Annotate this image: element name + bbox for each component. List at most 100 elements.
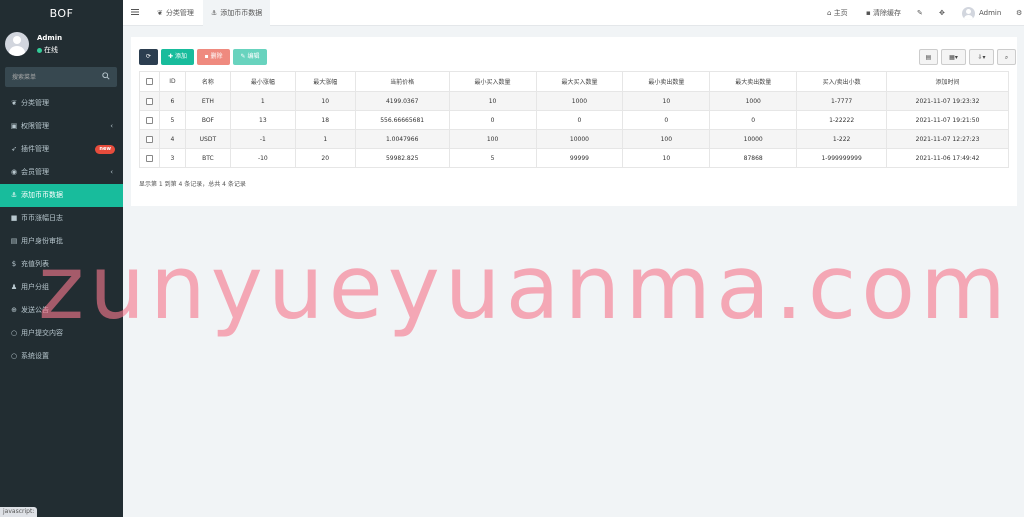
table-header-row: ID 名称 最小涨幅 最大涨幅 当前价格 最小买入数量 最大买入数量 最小卖出数…	[139, 71, 1009, 92]
clear-cache-label: 清除缓存	[872, 9, 901, 17]
cell-decimals: 1-222	[796, 129, 888, 149]
hamburger-menu-icon[interactable]	[131, 8, 139, 16]
coin-data-table: ID 名称 最小涨幅 最大涨幅 当前价格 最小买入数量 最大买入数量 最小卖出数…	[139, 71, 1009, 168]
language-button[interactable]: ✎	[917, 0, 923, 26]
sidebar-item-system-settings[interactable]: ○ 系统设置	[0, 345, 123, 368]
cell-min-buy: 5	[448, 148, 537, 168]
user-name: Admin	[37, 34, 63, 42]
leaf-icon: ❦	[157, 9, 163, 17]
tab-add-coin-data[interactable]: ⚓ 添加币币数据	[203, 0, 271, 26]
plus-circle-icon: ⊕	[11, 306, 17, 314]
sidebar-item-label: 分类管理	[21, 99, 49, 107]
table-row[interactable]: 5 BOF 13 18 556.66665681 0 0 0 0 1-22222…	[139, 110, 1009, 130]
search-toggle-button[interactable]: ⌕	[997, 49, 1016, 65]
sidebar-item-add-coin-data[interactable]: ⚓ 添加币币数据	[0, 184, 123, 207]
row-checkbox[interactable]	[145, 97, 153, 105]
cell-max-sell: 1000	[709, 91, 798, 111]
refresh-button[interactable]: ⟳	[139, 49, 158, 65]
cell-max-buy: 0	[535, 110, 624, 130]
cell-max-sell: 0	[709, 110, 798, 130]
brand-logo[interactable]: BOF	[0, 0, 123, 27]
col-header[interactable]: 最大涨幅	[294, 71, 356, 92]
user-menu[interactable]: Admin	[962, 0, 1001, 26]
table-row[interactable]: 4 USDT -1 1 1.0047966 100 10000 100 1000…	[139, 129, 1009, 149]
sidebar-item-recharge-list[interactable]: $ 充值列表	[0, 253, 123, 276]
col-header[interactable]: ID	[158, 71, 186, 92]
sidebar-item-user-submissions[interactable]: ○ 用户提交内容	[0, 322, 123, 345]
toggle-view-button[interactable]: ▤	[919, 49, 938, 65]
row-select-cell	[139, 148, 160, 168]
circle-icon: ○	[10, 329, 18, 337]
export-button[interactable]: ⇩▾	[969, 49, 994, 65]
fullscreen-icon: ✥	[939, 9, 945, 17]
list-icon: ■	[10, 214, 18, 222]
sidebar-item-user-groups[interactable]: ♟ 用户分组	[0, 276, 123, 299]
watermark: zunyueyuanma.com	[38, 236, 1011, 339]
sidebar-item-category[interactable]: ❦ 分类管理	[0, 92, 123, 115]
user-status: 在线	[37, 45, 58, 55]
col-header[interactable]: 最大买入数量	[535, 71, 624, 92]
clear-cache-button[interactable]: ▪ 清除缓存	[866, 0, 901, 26]
cell-id: 5	[158, 110, 186, 130]
row-checkbox[interactable]	[145, 154, 153, 162]
sidebar-item-members[interactable]: ◉ 会员管理 ‹	[0, 161, 123, 184]
cell-min-rise: 13	[229, 110, 296, 130]
row-checkbox[interactable]	[145, 116, 153, 124]
search-icon[interactable]	[102, 72, 110, 80]
refresh-icon: ⟳	[145, 53, 152, 60]
user-circle-icon: ◉	[10, 168, 18, 176]
cell-max-rise: 20	[294, 148, 356, 168]
cell-max-sell: 87868	[709, 148, 798, 168]
sidebar-item-label: 用户身份审批	[21, 237, 63, 245]
sidebar: BOF Admin 在线 ❦ 分类管理 ▣权限管理 ‹ ➶ 插件管理 new ◉会员管理…	[0, 0, 123, 517]
sidebar-item-coin-rise-log[interactable]: ■ 币币涨幅日志	[0, 207, 123, 230]
cell-max-sell: 10000	[709, 129, 798, 149]
table-row[interactable]: 6 ETH 1 10 4199.0367 10 1000 10 1000 1-7…	[139, 91, 1009, 111]
cell-max-rise: 1	[294, 129, 356, 149]
col-header[interactable]: 当前价格	[354, 71, 450, 92]
anchor-icon: ⚓	[10, 191, 18, 199]
tab-label: 添加币币数据	[220, 9, 263, 17]
sidebar-item-plugins[interactable]: ➶ 插件管理 new	[0, 138, 123, 161]
cell-price: 556.66665681	[354, 110, 450, 130]
sidebar-item-send-notice[interactable]: ⊕ 发送公告	[0, 299, 123, 322]
edit-button[interactable]: ✎ 编辑	[233, 49, 267, 65]
table-row[interactable]: 3 BTC -10 20 59982.825 5 99999 10 87868 …	[139, 148, 1009, 168]
sidebar-item-identity-approval[interactable]: ▤ 用户身份审批	[0, 230, 123, 253]
select-all-checkbox[interactable]	[145, 78, 153, 85]
add-button[interactable]: ✚ 添加	[161, 49, 194, 65]
chevron-left-icon: ‹	[110, 122, 113, 130]
menu-search-input[interactable]	[5, 67, 95, 87]
sidebar-item-permission[interactable]: ▣ 权限管理 ‹	[0, 115, 123, 138]
grid-icon: ▦▾	[949, 54, 958, 61]
rocket-icon: ➶	[11, 145, 17, 153]
settings-button[interactable]: ⚙	[1016, 0, 1022, 26]
col-header[interactable]: 买入/卖出小数	[796, 71, 888, 92]
chevron-left-icon: ‹	[110, 168, 113, 176]
row-checkbox[interactable]	[145, 135, 153, 143]
tab-label: 分类管理	[165, 9, 194, 17]
sidebar-item-label: 插件管理	[21, 145, 49, 153]
user-status-text: 在线	[44, 46, 58, 54]
plus-icon: ✚	[168, 53, 174, 60]
new-badge: new	[95, 145, 115, 154]
fullscreen-button[interactable]: ✥	[939, 0, 945, 26]
cell-max-rise: 18	[294, 110, 356, 130]
home-link[interactable]: ⌂ 主页	[827, 0, 848, 26]
col-header[interactable]: 名称	[184, 71, 231, 92]
delete-label: 删除	[210, 53, 223, 60]
columns-button[interactable]: ▦▾	[941, 49, 966, 65]
cell-name: USDT	[184, 129, 231, 149]
tab-category[interactable]: ❦ 分类管理	[149, 0, 202, 26]
col-header[interactable]: 最大卖出数量	[709, 71, 798, 92]
col-header[interactable]: 最小卖出数量	[622, 71, 711, 92]
trash-icon: ▪	[204, 53, 209, 60]
col-header[interactable]: 添加时间	[886, 71, 1009, 92]
cell-min-rise: 1	[229, 91, 296, 111]
sidebar-item-label: 系统设置	[21, 352, 49, 360]
col-header[interactable]: 最小涨幅	[229, 71, 296, 92]
cell-min-sell: 100	[622, 129, 711, 149]
col-header[interactable]: 最小买入数量	[448, 71, 537, 92]
delete-button[interactable]: ▪ 删除	[197, 49, 230, 65]
cell-id: 4	[158, 129, 186, 149]
